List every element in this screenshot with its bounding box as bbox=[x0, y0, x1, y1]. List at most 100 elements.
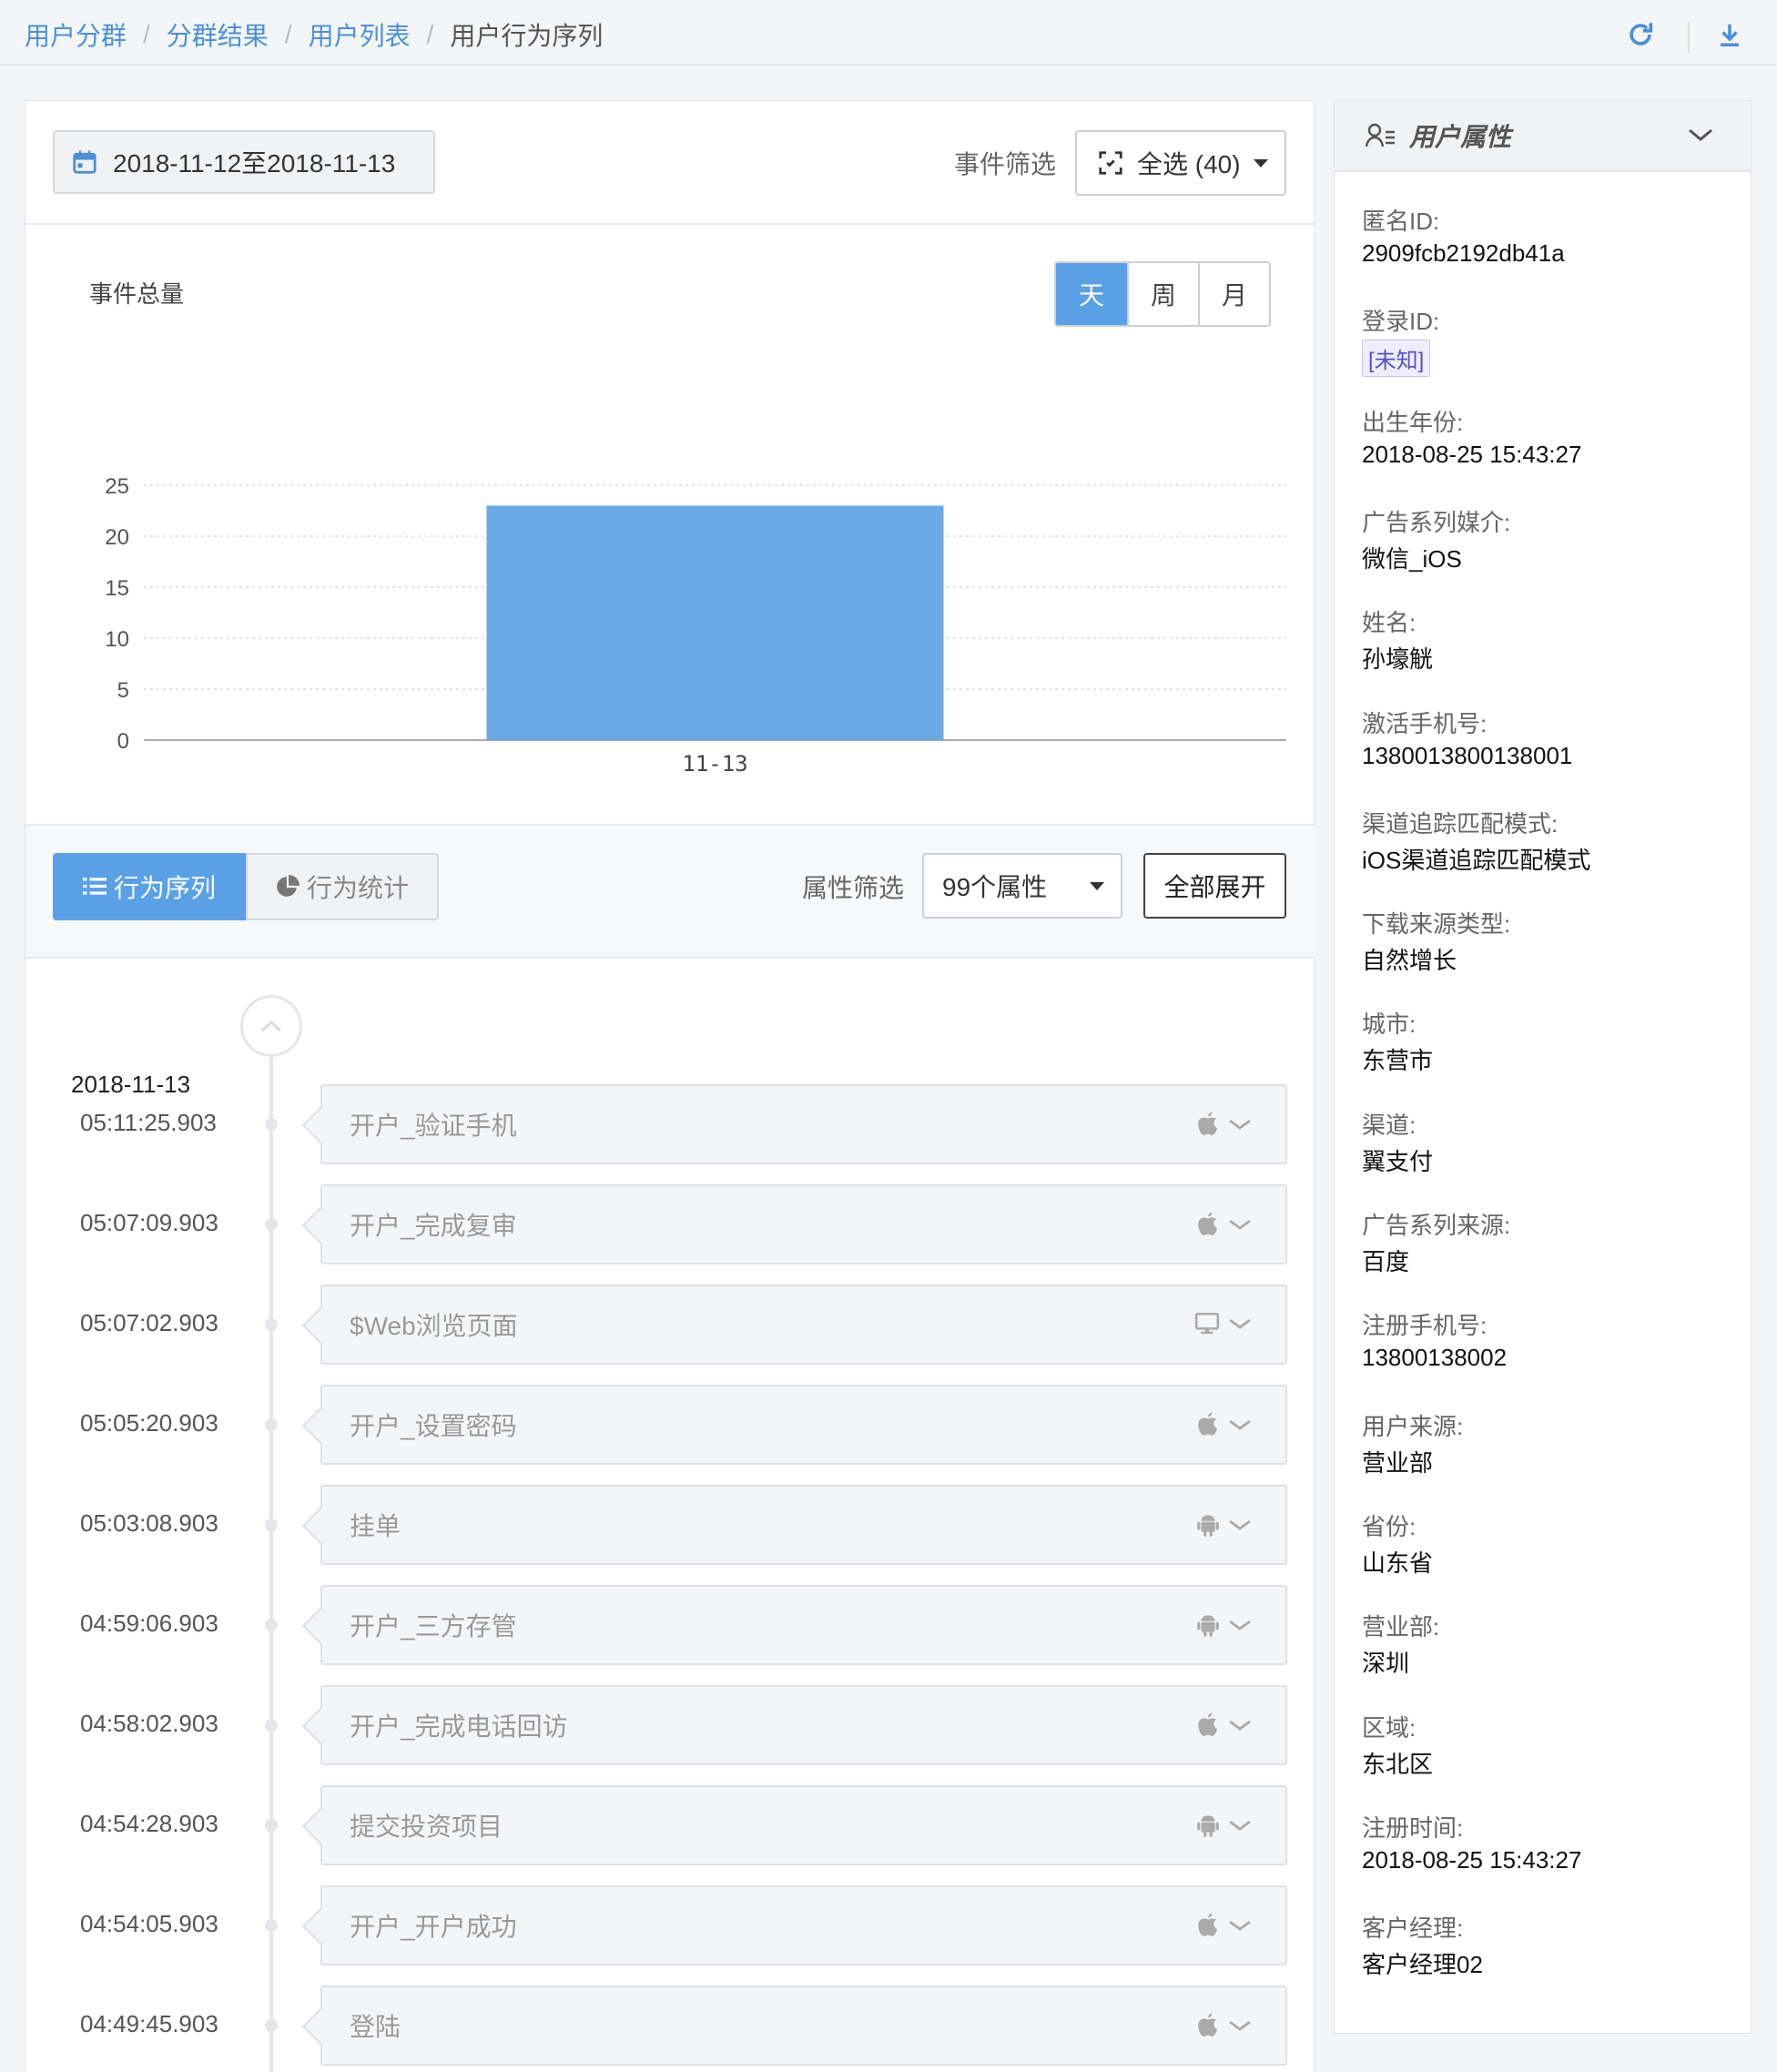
user-property: 广告系列媒介: 微信_iOS bbox=[1362, 504, 1744, 574]
list-icon bbox=[82, 878, 107, 895]
user-property: 出生年份: 2018-08-25 15:43:27 bbox=[1362, 404, 1744, 469]
chevron-down-icon[interactable] bbox=[1227, 1117, 1253, 1132]
event-card-icons bbox=[1189, 2013, 1253, 2038]
event-card[interactable]: 开户_完成电话回访 bbox=[320, 1685, 1287, 1765]
user-property-key: 城市: bbox=[1362, 1011, 1417, 1039]
granularity-toggle: 天 周 月 bbox=[1054, 261, 1271, 327]
timeline-dot bbox=[265, 1418, 278, 1431]
breadcrumb-item-segments[interactable]: 用户分群 bbox=[25, 16, 127, 53]
user-property-value: 山东省 bbox=[1362, 1549, 1434, 1577]
attr-filter-label: 属性筛选 bbox=[802, 874, 905, 902]
event-card-icons bbox=[1189, 1512, 1253, 1538]
bar bbox=[486, 505, 944, 740]
granularity-month[interactable]: 月 bbox=[1198, 263, 1269, 325]
apple-icon bbox=[1198, 1212, 1218, 1235]
user-property: 区域: 东北区 bbox=[1362, 1710, 1744, 1780]
chevron-down-icon[interactable] bbox=[1227, 1818, 1253, 1833]
user-property-key: 出生年份: bbox=[1362, 408, 1464, 436]
event-name: 开户_设置密码 bbox=[350, 1412, 517, 1440]
user-property: 广告系列来源: 百度 bbox=[1362, 1207, 1744, 1277]
event-name: 开户_完成复审 bbox=[350, 1212, 517, 1240]
user-property-value: 2018-08-25 15:43:27 bbox=[1362, 1845, 1582, 1874]
tab-behavior-stats[interactable]: 行为统计 bbox=[246, 853, 439, 920]
main-panel: 2018-11-12至2018-11-13 事件筛选 全选 (40) 事件总量 … bbox=[25, 100, 1315, 2072]
user-property-key: 渠道: bbox=[1362, 1111, 1417, 1139]
user-property: 客户经理: 客户经理02 bbox=[1362, 1910, 1744, 1980]
event-card[interactable]: 提交投资项目 bbox=[320, 1785, 1287, 1865]
divider bbox=[25, 957, 1315, 959]
user-property-key: 用户来源: bbox=[1362, 1412, 1464, 1440]
event-card[interactable]: 开户_设置密码 bbox=[320, 1385, 1287, 1465]
event-name: 开户_开户成功 bbox=[350, 1913, 517, 1941]
event-name: 开户_完成电话回访 bbox=[350, 1712, 568, 1741]
download-icon[interactable] bbox=[1711, 16, 1748, 53]
event-card[interactable]: 开户_三方存管 bbox=[320, 1585, 1287, 1665]
date-range-picker[interactable]: 2018-11-12至2018-11-13 bbox=[53, 130, 435, 194]
chevron-down-icon[interactable] bbox=[1687, 127, 1714, 143]
event-filter-value: 全选 (40) bbox=[1137, 150, 1241, 178]
attr-filter-select[interactable]: 99个属性 bbox=[922, 853, 1122, 919]
user-property-value: 1380013800138001 bbox=[1362, 741, 1573, 769]
y-tick-label: 15 bbox=[105, 576, 129, 601]
event-time: 05:03:08.903 bbox=[80, 1509, 218, 1537]
event-filter-select[interactable]: 全选 (40) bbox=[1075, 130, 1286, 196]
user-property: 激活手机号: 1380013800138001 bbox=[1362, 706, 1744, 770]
breadcrumb-item-results[interactable]: 分群结果 bbox=[167, 16, 269, 53]
user-property-value: 东营市 bbox=[1362, 1047, 1434, 1075]
event-card-icons bbox=[1189, 1112, 1253, 1137]
event-name: $Web浏览页面 bbox=[350, 1312, 518, 1340]
refresh-icon[interactable] bbox=[1622, 16, 1659, 53]
event-card[interactable]: 开户_完成复审 bbox=[320, 1184, 1287, 1265]
event-card-icons bbox=[1189, 1813, 1253, 1838]
breadcrumb-separator: / bbox=[426, 20, 434, 48]
scroll-up-button[interactable] bbox=[240, 995, 302, 1057]
event-name: 开户_三方存管 bbox=[350, 1612, 517, 1640]
chevron-down-icon[interactable] bbox=[1227, 1316, 1253, 1331]
granularity-week[interactable]: 周 bbox=[1127, 263, 1198, 325]
user-properties-header[interactable]: 用户属性 bbox=[1335, 101, 1751, 172]
tab-behavior-stats-label: 行为统计 bbox=[306, 874, 409, 902]
granularity-day[interactable]: 天 bbox=[1056, 263, 1127, 325]
event-card[interactable]: 开户_开户成功 bbox=[320, 1885, 1287, 1965]
user-property: 营业部: 深圳 bbox=[1362, 1609, 1744, 1679]
pie-chart-icon bbox=[277, 875, 300, 897]
attr-filter-value: 99个属性 bbox=[942, 873, 1048, 901]
chevron-down-icon[interactable] bbox=[1227, 1518, 1253, 1532]
apple-icon bbox=[1198, 2013, 1218, 2036]
apple-icon bbox=[1198, 1913, 1218, 1936]
y-tick-label: 10 bbox=[105, 627, 129, 652]
user-property-key: 下载来源类型: bbox=[1362, 910, 1511, 939]
user-property: 省份: 山东省 bbox=[1362, 1508, 1744, 1579]
chevron-down-icon[interactable] bbox=[1227, 1217, 1253, 1232]
chevron-down-icon[interactable] bbox=[1227, 1618, 1253, 1632]
user-property-value: 13800138002 bbox=[1362, 1344, 1508, 1372]
expand-all-button[interactable]: 全部展开 bbox=[1143, 853, 1286, 919]
user-property-value: 自然增长 bbox=[1362, 947, 1457, 975]
chevron-down-icon[interactable] bbox=[1227, 2018, 1253, 2033]
user-property-key: 姓名: bbox=[1362, 609, 1417, 637]
user-properties-title: 用户属性 bbox=[1409, 123, 1512, 151]
user-property-key: 注册时间: bbox=[1362, 1813, 1464, 1842]
event-card[interactable]: 挂单 bbox=[320, 1485, 1287, 1565]
user-property-key: 区域: bbox=[1362, 1713, 1417, 1742]
event-card[interactable]: $Web浏览页面 bbox=[320, 1285, 1287, 1365]
user-property-key: 匿名ID: bbox=[1362, 208, 1440, 235]
breadcrumb-current: 用户行为序列 bbox=[450, 22, 604, 50]
timeline-dot bbox=[265, 1118, 278, 1131]
chevron-down-icon[interactable] bbox=[1227, 1718, 1253, 1732]
event-card[interactable]: 开户_验证手机 bbox=[320, 1084, 1287, 1164]
chevron-up-icon bbox=[260, 1020, 282, 1032]
event-time: 05:05:20.903 bbox=[80, 1409, 218, 1437]
chevron-down-icon[interactable] bbox=[1227, 1417, 1253, 1432]
chevron-down-icon[interactable] bbox=[1227, 1918, 1253, 1933]
breadcrumb-item-user-list[interactable]: 用户列表 bbox=[309, 16, 411, 53]
user-property-key: 广告系列来源: bbox=[1362, 1212, 1511, 1239]
user-property-value: 翼支付 bbox=[1362, 1147, 1434, 1175]
user-property: 渠道追踪匹配模式: iOS渠道追踪匹配模式 bbox=[1362, 806, 1744, 876]
event-card[interactable]: 登陆 bbox=[320, 1986, 1287, 2066]
event-card-icons bbox=[1189, 1612, 1253, 1638]
tab-behavior-sequence-label: 行为序列 bbox=[113, 874, 216, 902]
tab-behavior-sequence[interactable]: 行为序列 bbox=[53, 853, 246, 920]
user-property-value: 2909fcb2192db41a bbox=[1362, 239, 1565, 267]
event-total-chart: 0 5 10 15 20 25 11-13 bbox=[105, 474, 1286, 777]
